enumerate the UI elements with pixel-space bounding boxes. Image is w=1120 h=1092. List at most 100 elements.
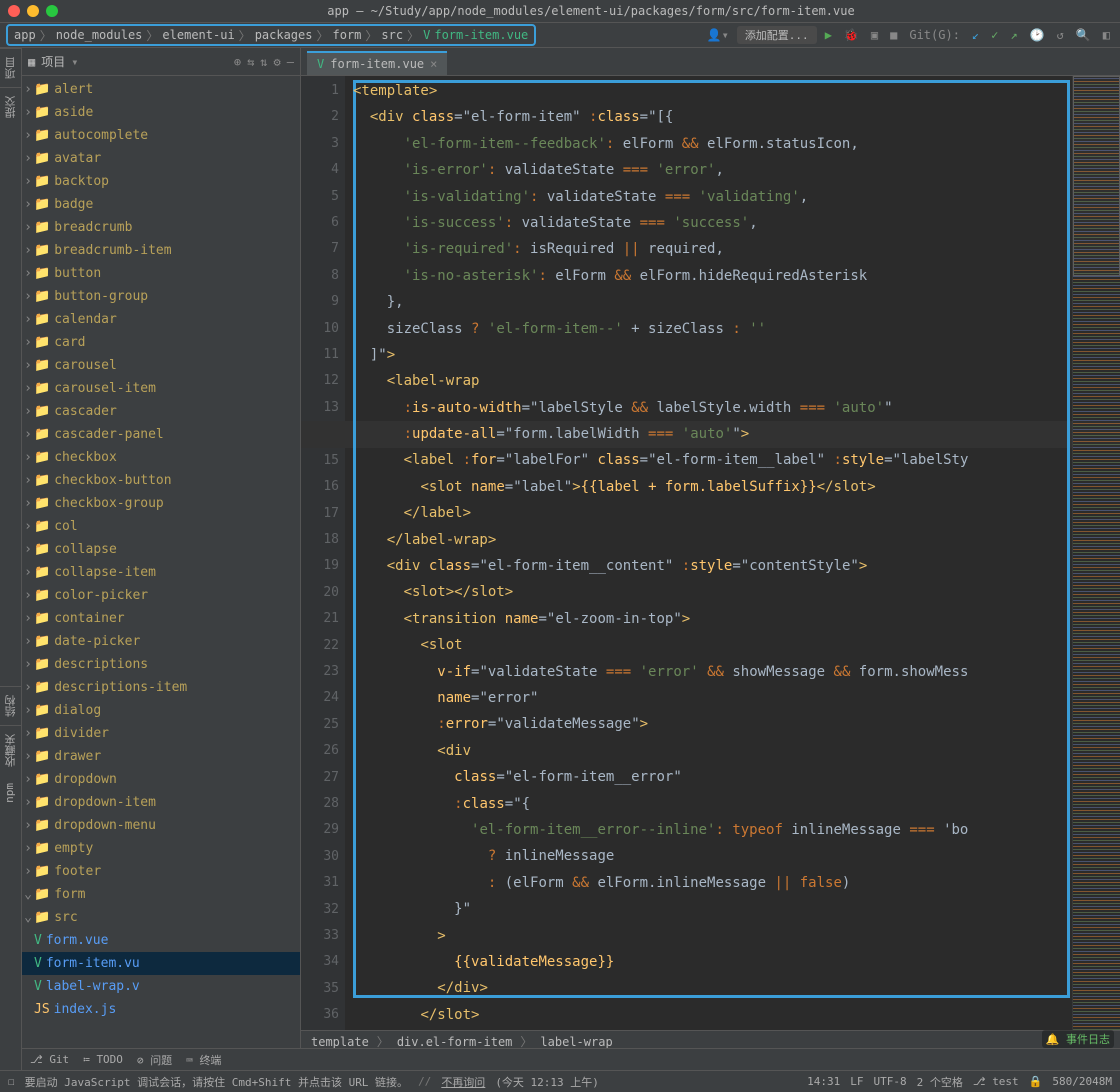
code-line[interactable]: 'is-error': validateState === 'error', — [353, 157, 1072, 183]
tree-item[interactable]: ›📁breadcrumb-item — [22, 239, 300, 262]
code-line[interactable]: 'is-success': validateState === 'success… — [353, 210, 1072, 236]
code-line[interactable]: <div class="el-form-item__content" :styl… — [353, 553, 1072, 579]
code-line[interactable]: :class="{ — [353, 791, 1072, 817]
user-icon[interactable]: 👤▾ — [703, 28, 733, 42]
minimize-window-icon[interactable] — [27, 5, 39, 17]
tree-item[interactable]: ›📁carousel-item — [22, 377, 300, 400]
code-line[interactable]: sizeClass ? 'el-form-item--' + sizeClass… — [353, 316, 1072, 342]
tree-item[interactable]: ›📁badge — [22, 193, 300, 216]
code-line[interactable]: 'is-no-asterisk': elForm && elForm.hideR… — [353, 263, 1072, 289]
code-line[interactable]: 'el-form-item--feedback': elForm && elFo… — [353, 131, 1072, 157]
minimap[interactable] — [1072, 76, 1120, 1030]
tree-item[interactable]: ›📁aside — [22, 101, 300, 124]
code-line[interactable]: :update-all="form.labelWidth === 'auto'"… — [353, 421, 1072, 447]
git-commit-icon[interactable]: ✓ — [987, 28, 1002, 42]
tree-item[interactable]: ›📁cascader — [22, 400, 300, 423]
code-line[interactable]: <div class="el-form-item" :class="[{ — [353, 104, 1072, 130]
code-line[interactable]: </label-wrap> — [353, 527, 1072, 553]
run-config-select[interactable]: 添加配置... — [737, 26, 817, 44]
code-line[interactable]: name="error" — [353, 685, 1072, 711]
code-line[interactable]: <slot></slot> — [353, 579, 1072, 605]
tree-item[interactable]: JSindex.js — [22, 998, 300, 1021]
tree-item[interactable]: ›📁col — [22, 515, 300, 538]
code-line[interactable]: 'el-form-item__error--inline': typeof in… — [353, 817, 1072, 843]
code-line[interactable]: : (elForm && elForm.inlineMessage || fal… — [353, 870, 1072, 896]
code-line[interactable]: }" — [353, 896, 1072, 922]
tree-item[interactable]: ›📁dialog — [22, 699, 300, 722]
code-line[interactable]: <label :for="labelFor" class="el-form-it… — [353, 447, 1072, 473]
crumb-seg[interactable]: div.el-form-item — [397, 1035, 513, 1049]
code-line[interactable]: </label> — [353, 500, 1072, 526]
tree-item[interactable]: Vform.vue — [22, 929, 300, 952]
code-line[interactable]: {{validateMessage}} — [353, 949, 1072, 975]
gear-icon[interactable]: ⚙ — [274, 55, 281, 69]
tree-item[interactable]: ›📁divider — [22, 722, 300, 745]
tree-item[interactable]: ›📁color-picker — [22, 584, 300, 607]
lock-icon[interactable]: 🔒 — [1029, 1075, 1043, 1088]
git-push-icon[interactable]: ↗ — [1006, 28, 1021, 42]
code-line[interactable]: </div> — [353, 975, 1072, 1001]
code-line[interactable]: > — [353, 923, 1072, 949]
tree-item[interactable]: ›📁dropdown-item — [22, 791, 300, 814]
tree-item[interactable]: ›📁descriptions-item — [22, 676, 300, 699]
tree-item[interactable]: ›📁calendar — [22, 308, 300, 331]
favorites-toolwindow-tab[interactable]: 收藏夹 — [0, 725, 22, 775]
tree-item[interactable]: ›📁avatar — [22, 147, 300, 170]
tree-item[interactable]: ›📁alert — [22, 78, 300, 101]
tree-item[interactable]: ⌄📁src — [22, 906, 300, 929]
code-line[interactable]: :is-auto-width="labelStyle && labelStyle… — [353, 395, 1072, 421]
tree-item[interactable]: ›📁collapse-item — [22, 561, 300, 584]
stop-icon[interactable]: ■ — [886, 28, 901, 42]
close-window-icon[interactable] — [8, 5, 20, 17]
tree-item[interactable]: Vform-item.vu — [22, 952, 300, 975]
tree-item[interactable]: ›📁checkbox-group — [22, 492, 300, 515]
todo-tool-tab[interactable]: ≔ TODO — [83, 1053, 123, 1066]
commit-toolwindow-tab[interactable]: 提交 — [0, 87, 22, 126]
tree-item[interactable]: ›📁checkbox-button — [22, 469, 300, 492]
editor-tab[interactable]: V form-item.vue × — [307, 51, 447, 75]
hide-icon[interactable]: — — [287, 55, 294, 69]
git-menu[interactable]: Git(G): — [905, 28, 964, 42]
tree-item[interactable]: ⌄📁form — [22, 883, 300, 906]
caret-position[interactable]: 14:31 — [807, 1075, 840, 1088]
zoom-window-icon[interactable] — [46, 5, 58, 17]
git-history-icon[interactable]: 🕑 — [1026, 28, 1049, 42]
tree-item[interactable]: ›📁footer — [22, 860, 300, 883]
tree-item[interactable]: ›📁empty — [22, 837, 300, 860]
code-line[interactable]: v-if="validateState === 'error' && showM… — [353, 659, 1072, 685]
code-line[interactable]: <label-wrap — [353, 368, 1072, 394]
terminal-tool-tab[interactable]: ⌨ 终端 — [186, 1052, 221, 1068]
code-line[interactable]: <slot name="label">{{label + form.labelS… — [353, 474, 1072, 500]
encoding[interactable]: UTF-8 — [874, 1075, 907, 1088]
tree-item[interactable]: ›📁autocomplete — [22, 124, 300, 147]
search-icon[interactable]: 🔍 — [1072, 28, 1095, 42]
code-line[interactable]: :error="validateMessage"> — [353, 711, 1072, 737]
line-ending[interactable]: LF — [850, 1075, 863, 1088]
crumb-seg[interactable]: label-wrap — [540, 1035, 612, 1049]
code-line[interactable]: <transition name="el-zoom-in-top"> — [353, 606, 1072, 632]
event-log-button[interactable]: 🔔 事件日志 — [1042, 1030, 1114, 1048]
project-toolwindow-tab[interactable]: 项目 — [0, 48, 22, 87]
tree-item[interactable]: ›📁button-group — [22, 285, 300, 308]
tree-item[interactable]: ›📁cascader-panel — [22, 423, 300, 446]
tree-item[interactable]: ›📁breadcrumb — [22, 216, 300, 239]
code-line[interactable]: }, — [353, 289, 1072, 315]
git-pull-icon[interactable]: ↙ — [968, 28, 983, 42]
debug-icon[interactable]: 🐞 — [840, 28, 863, 42]
git-tool-tab[interactable]: ⎇ Git — [30, 1053, 69, 1066]
code-lines[interactable]: <template> <div class="el-form-item" :cl… — [345, 76, 1072, 1030]
code-line[interactable]: class="el-form-item__error" — [353, 764, 1072, 790]
code-line[interactable]: </slot> — [353, 1002, 1072, 1028]
project-tree-body[interactable]: ›📁alert›📁aside›📁autocomplete›📁avatar ›📁ba… — [22, 76, 300, 1052]
tree-item[interactable]: ›📁carousel — [22, 354, 300, 377]
code-line[interactable]: 'is-validating': validateState === 'vali… — [353, 184, 1072, 210]
code-line[interactable]: <slot — [353, 632, 1072, 658]
npm-toolwindow-tab[interactable]: npm — [0, 775, 19, 811]
tree-item[interactable]: ›📁checkbox — [22, 446, 300, 469]
code-line[interactable]: ? inlineMessage — [353, 843, 1072, 869]
status-dismiss[interactable]: 不再询问 — [441, 1074, 485, 1090]
close-tab-icon[interactable]: × — [430, 57, 437, 71]
crumb-seg[interactable]: template — [311, 1035, 369, 1049]
tree-item[interactable]: Vlabel-wrap.v — [22, 975, 300, 998]
breadcrumb[interactable]: app〉 node_modules〉 element-ui〉 packages〉… — [6, 24, 536, 46]
